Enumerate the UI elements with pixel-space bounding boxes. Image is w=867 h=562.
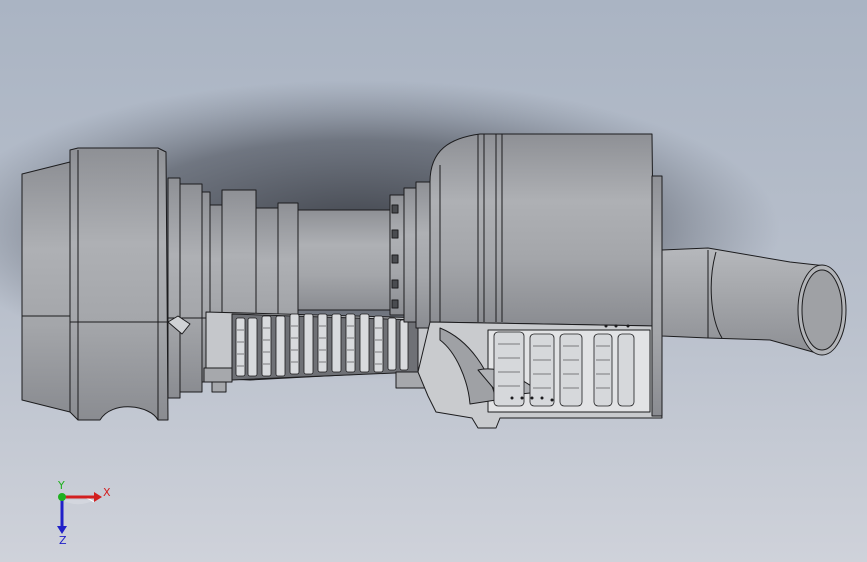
combustor-housing[interactable] xyxy=(429,133,655,327)
flange-ring-2[interactable] xyxy=(415,181,431,329)
compressor-blades xyxy=(235,313,409,377)
x-axis-label: X xyxy=(103,486,111,499)
flange-ring[interactable] xyxy=(403,187,417,323)
y-axis-label: Y xyxy=(57,479,65,492)
graphics-viewport[interactable]: X Y Z xyxy=(0,0,867,562)
rear-ring[interactable] xyxy=(651,175,663,417)
inlet-cone[interactable] xyxy=(21,161,71,413)
z-axis-label: Z xyxy=(59,534,67,547)
y-axis-dot xyxy=(58,493,66,501)
bolt-flange[interactable] xyxy=(389,194,405,316)
fan-case[interactable] xyxy=(69,147,169,421)
